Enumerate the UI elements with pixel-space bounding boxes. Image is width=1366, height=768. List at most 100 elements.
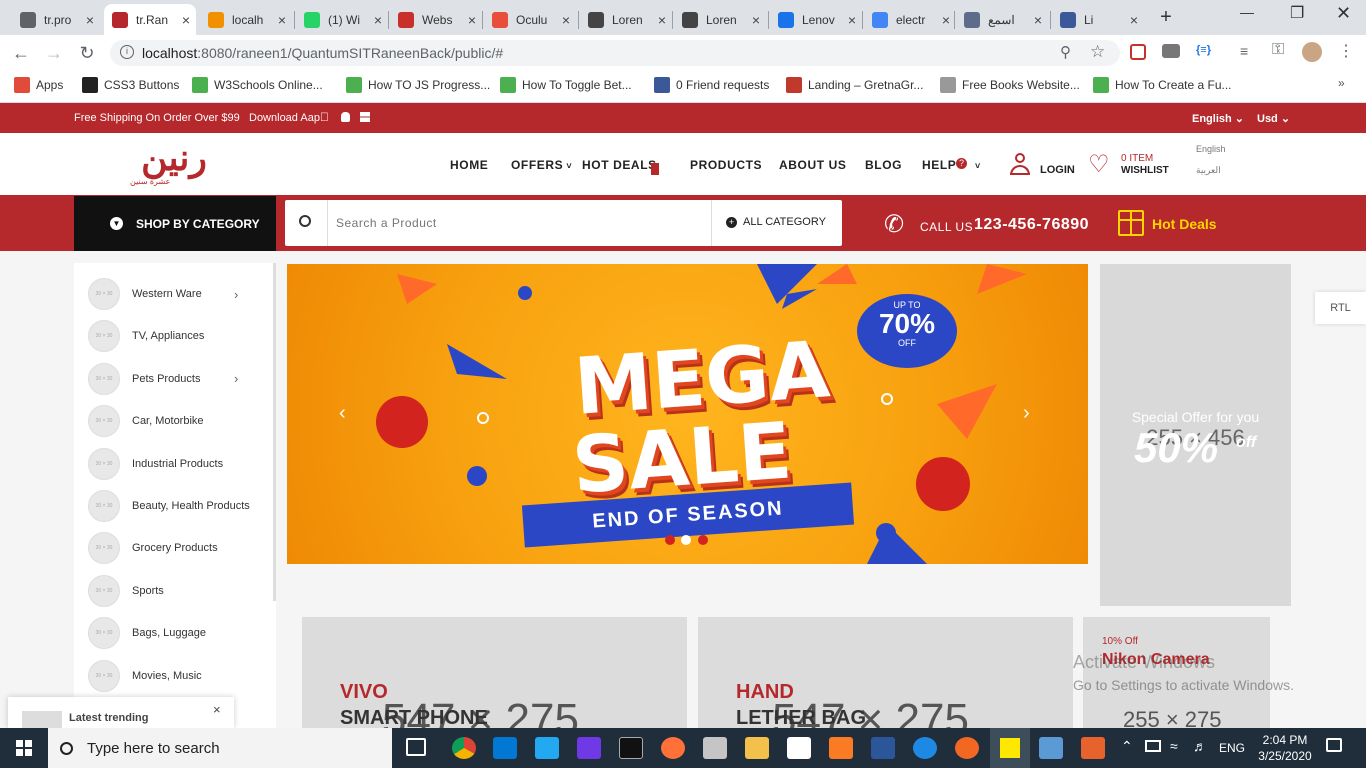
tab-close-icon[interactable]: × — [942, 12, 950, 28]
browser-tab[interactable]: localh × — [200, 4, 292, 35]
git-icon[interactable] — [1081, 737, 1105, 759]
lang-arabic[interactable]: العربية — [1196, 165, 1221, 176]
browser-tab[interactable]: Loren × — [580, 4, 672, 35]
browser-tab[interactable]: Oculu × — [484, 4, 576, 35]
hero-banner[interactable]: UP TO 70% OFF MEGA SALE END OF SEASON ‹ … — [287, 264, 1088, 564]
bookmark-item[interactable]: How TO JS Progress... — [346, 77, 490, 93]
bookmark-star-icon[interactable]: ☆ — [1090, 42, 1105, 62]
sidebar-category-item[interactable]: 30 × 30 Industrial Products — [88, 447, 258, 480]
camera-ext-icon[interactable] — [1162, 44, 1180, 58]
nav-blog[interactable]: BLOG — [865, 158, 902, 172]
network-icon[interactable] — [1145, 740, 1161, 752]
sidebar-category-item[interactable]: 30 × 30 Bags, Luggage — [88, 617, 258, 650]
sidebar-category-item[interactable]: 30 × 30 Pets Products › — [88, 362, 258, 395]
task-view-icon[interactable] — [406, 738, 426, 756]
banner-dot-3[interactable] — [698, 535, 708, 545]
banner-dot-2[interactable] — [681, 535, 691, 545]
tab-close-icon[interactable]: × — [658, 12, 666, 28]
user-icon[interactable] — [1010, 153, 1030, 177]
chevron-up-icon[interactable]: ⌃ — [1121, 738, 1133, 755]
zoom-search-icon[interactable]: ⚲ — [1060, 43, 1071, 61]
sidebar-category-item[interactable]: 30 × 30 Beauty, Health Products — [88, 490, 258, 522]
info-icon[interactable]: i — [120, 45, 134, 59]
windows-start-icon[interactable] — [16, 740, 32, 756]
android-icon[interactable] — [341, 112, 350, 122]
paint-icon[interactable] — [703, 737, 727, 759]
sidebar-category-item[interactable]: 30 × 30 Car, Motorbike — [88, 405, 258, 438]
volume-icon[interactable]: ♬ — [1193, 738, 1207, 754]
word-icon[interactable] — [871, 737, 895, 759]
tab-close-icon[interactable]: × — [86, 12, 94, 28]
site-logo[interactable]: رنين عشرة سنين — [126, 139, 222, 189]
all-category-select[interactable]: + ALL CATEGORY — [726, 216, 826, 228]
nav-about-us[interactable]: ABOUT US — [779, 158, 846, 172]
edge-icon[interactable] — [913, 737, 937, 759]
lang-english[interactable]: English — [1196, 144, 1226, 154]
currency-select[interactable]: Usd ⌄ — [1257, 112, 1290, 125]
file-explorer-icon[interactable] — [745, 737, 769, 759]
bookmark-item[interactable]: Landing – GretnaGr... — [786, 77, 923, 93]
shop-by-category-button[interactable]: ▼ SHOP BY CATEGORY — [74, 196, 276, 251]
promo-card-vivo[interactable]: 547 × 275 VIVO SMART PHONE — [302, 617, 687, 728]
minimize-button[interactable]: — — [1240, 4, 1254, 20]
browser-tab[interactable]: اسمع × — [956, 4, 1048, 35]
phone-number[interactable]: 123-456-76890 — [974, 216, 1089, 234]
tab-close-icon[interactable]: × — [1130, 12, 1138, 28]
banner-prev-icon[interactable]: ‹ — [339, 402, 346, 425]
heart-icon[interactable]: ♡ — [1088, 150, 1110, 179]
search-icon[interactable] — [299, 215, 311, 227]
taskbar-clock[interactable]: 2:04 PM 3/25/2020 — [1255, 733, 1315, 763]
bookmark-item[interactable]: How To Create a Fu... — [1093, 77, 1232, 93]
reload-icon[interactable]: ↻ — [76, 43, 98, 64]
bookmark-item[interactable]: 0 Friend requests — [654, 77, 769, 93]
tab-close-icon[interactable]: × — [562, 12, 570, 28]
phpstorm-icon[interactable] — [577, 737, 601, 759]
windows-app-icon[interactable] — [360, 112, 370, 122]
url-text[interactable]: localhost:8080/raneen1/QuantumSITRaneenB… — [142, 45, 503, 61]
browser-tab[interactable]: tr.pro × — [12, 4, 100, 35]
sidebar-scrollbar[interactable] — [273, 263, 276, 601]
extension-icon[interactable] — [1130, 44, 1146, 60]
tab-close-icon[interactable]: × — [752, 12, 760, 28]
download-app-link[interactable]: Download Aap — [249, 112, 320, 124]
sidebar-category-item[interactable]: 30 × 30 Western Ware › — [88, 278, 258, 310]
wishlist-link[interactable]: WISHLIST — [1121, 165, 1169, 176]
sidebar-category-item[interactable]: 30 × 30 TV, Appliances — [88, 320, 258, 353]
chrome-taskbar-icon[interactable] — [452, 737, 476, 759]
terminal-icon[interactable] — [619, 737, 643, 759]
tab-close-icon[interactable]: × — [374, 12, 382, 28]
taskbar-search[interactable]: Type here to search — [48, 728, 392, 768]
browser-tab[interactable]: Loren × — [674, 4, 766, 35]
wifi-icon[interactable]: ≈ — [1170, 738, 1178, 754]
notification-icon[interactable] — [1326, 738, 1342, 752]
sublime-icon[interactable] — [955, 737, 979, 759]
trending-popup[interactable]: Latest trending × — [8, 697, 234, 728]
browser-tab[interactable]: Li × — [1052, 4, 1144, 35]
firefox-icon[interactable] — [661, 737, 685, 759]
menu-icon[interactable]: ⋮ — [1338, 41, 1354, 61]
nav-offers[interactable]: OFFERS ˅ — [511, 158, 572, 172]
tab-close-icon[interactable]: × — [278, 12, 286, 28]
nav-home[interactable]: HOME — [450, 158, 488, 172]
browser-tab[interactable]: (1) Wi × — [296, 4, 388, 35]
banner-next-icon[interactable]: › — [1023, 402, 1030, 425]
banner-dot-1[interactable] — [665, 535, 675, 545]
forward-icon[interactable]: → — [43, 43, 65, 64]
apple-icon[interactable]:  — [320, 110, 329, 124]
input-language[interactable]: ENG — [1219, 741, 1245, 755]
sidebar-category-item[interactable]: 30 × 30 Grocery Products — [88, 532, 258, 565]
more-bookmarks-icon[interactable]: » — [1338, 76, 1345, 90]
bookmark-item[interactable]: How To Toggle Bet... — [500, 77, 632, 93]
mail-icon[interactable] — [493, 737, 517, 759]
bookmark-item[interactable]: W3Schools Online... — [192, 77, 323, 93]
bookmark-item[interactable]: CSS3 Buttons — [82, 77, 179, 93]
maximize-button[interactable]: ❐ — [1290, 3, 1304, 23]
nav-hot-deals[interactable]: HOT DEALS — [582, 158, 657, 172]
login-link[interactable]: LOGIN — [1040, 164, 1075, 176]
vscode-icon[interactable] — [535, 737, 559, 759]
xampp-icon[interactable] — [829, 737, 853, 759]
search-input[interactable] — [336, 210, 696, 236]
sticky-notes-active[interactable] — [990, 728, 1030, 768]
language-select[interactable]: English ⌄ — [1192, 112, 1244, 125]
new-tab-button[interactable]: + — [1155, 6, 1177, 28]
